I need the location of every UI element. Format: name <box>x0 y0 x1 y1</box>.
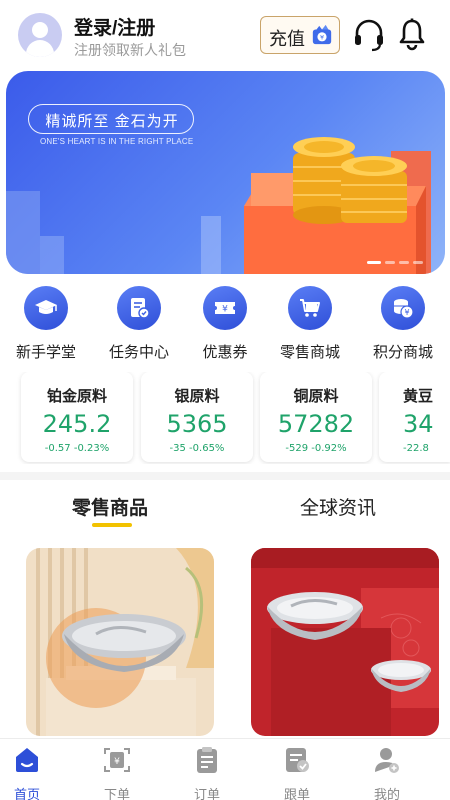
nav-place-order[interactable]: ¥ 下单 <box>72 739 162 800</box>
shopping-cart-icon <box>288 286 332 330</box>
price-card-copper[interactable]: 铜原料 57282 -529 -0.92% <box>260 372 372 462</box>
menu-item-label: 任务中心 <box>108 344 169 361</box>
avatar[interactable] <box>18 13 62 57</box>
banner-dot[interactable] <box>367 261 381 264</box>
bell-icon[interactable] <box>396 17 428 51</box>
price-cards-scroller[interactable]: 铂金原料 245.2 -0.57 -0.23% 银原料 5365 -35 -0.… <box>0 372 450 464</box>
avatar-head <box>32 22 48 38</box>
home-icon <box>16 748 38 772</box>
price-change: -35 -0.65% <box>169 443 225 454</box>
recharge-button[interactable]: 充值 ¥ <box>260 16 340 54</box>
price-name: 黄豆 <box>403 388 434 405</box>
price-name: 铂金原料 <box>46 388 107 405</box>
section-divider <box>0 472 450 480</box>
follow-document-icon <box>286 748 309 772</box>
nav-label: 首页 <box>13 787 40 800</box>
menu-item-retail-mall[interactable]: 零售商城 <box>267 286 353 362</box>
order-scan-icon: ¥ <box>104 748 130 772</box>
price-value: 245.2 <box>42 410 112 438</box>
menu-item-beginner-school[interactable]: 新手学堂 <box>3 286 89 362</box>
banner-subtitle: ONE'S HEART IS IN THE RIGHT PLACE <box>40 137 194 146</box>
avatar-body <box>26 40 54 57</box>
header: 登录/注册 注册领取新人礼包 充值 ¥ <box>0 0 450 70</box>
nav-follow-orders[interactable]: 跟单 <box>252 739 342 800</box>
promo-banner[interactable]: 精诚所至 金石为开 ONE'S HEART IS IN THE RIGHT PL… <box>6 71 445 274</box>
price-name: 银原料 <box>174 388 220 405</box>
product-image <box>26 548 214 736</box>
tab-global-news[interactable]: 全球资讯 <box>300 493 376 520</box>
nav-label: 订单 <box>193 787 220 800</box>
svg-text:¥: ¥ <box>404 308 409 317</box>
recharge-icon: ¥ <box>312 24 332 45</box>
nav-label: 跟单 <box>283 787 310 800</box>
headset-icon[interactable] <box>352 18 386 52</box>
recharge-label: 充值 <box>269 29 305 49</box>
banner-dot[interactable] <box>413 261 423 264</box>
svg-text:¥: ¥ <box>222 305 228 315</box>
quick-menu: 新手学堂 任务中心 ¥ 优惠券 零售商城 ¥ 积分商城 <box>0 286 450 366</box>
price-card-soybean[interactable]: 黄豆 34 -22.8 <box>379 372 450 462</box>
price-value: 5365 <box>166 410 228 438</box>
task-document-icon <box>117 286 161 330</box>
banner-illustration <box>6 137 431 274</box>
menu-item-coupons[interactable]: ¥ 优惠券 <box>182 286 268 362</box>
svg-text:¥: ¥ <box>114 757 120 767</box>
price-card-silver[interactable]: 银原料 5365 -35 -0.65% <box>141 372 253 462</box>
graduation-cap-icon <box>24 286 68 330</box>
nav-home[interactable]: 首页 <box>0 739 72 800</box>
product-card-silver-ingot-1[interactable] <box>26 548 214 736</box>
price-name: 铜原料 <box>293 388 339 405</box>
banner-dot[interactable] <box>399 261 409 264</box>
menu-item-label: 积分商城 <box>372 344 433 361</box>
coin-stack-icon: ¥ <box>381 286 425 330</box>
price-card-platinum[interactable]: 铂金原料 245.2 -0.57 -0.23% <box>21 372 133 462</box>
profile-icon <box>375 748 399 773</box>
coupon-icon: ¥ <box>203 286 247 330</box>
login-register-link[interactable]: 登录/注册 <box>74 13 155 40</box>
tab-retail-products[interactable]: 零售商品 <box>72 493 148 520</box>
price-change: -0.57 -0.23% <box>44 443 110 454</box>
menu-item-points-mall[interactable]: ¥ 积分商城 <box>360 286 446 362</box>
svg-text:¥: ¥ <box>320 34 324 42</box>
price-change: -22.8 <box>403 443 429 454</box>
price-change: -529 -0.92% <box>285 443 347 454</box>
banner-dot[interactable] <box>385 261 395 264</box>
product-image <box>251 548 439 736</box>
nav-orders[interactable]: 订单 <box>162 739 252 800</box>
nav-profile[interactable]: 我的 <box>342 739 432 800</box>
active-tab-indicator <box>92 523 132 527</box>
menu-item-label: 优惠券 <box>202 344 248 361</box>
price-value: 57282 <box>277 410 355 438</box>
coin-stack-right <box>341 156 407 223</box>
banner-pagination[interactable] <box>367 261 423 264</box>
menu-item-task-center[interactable]: 任务中心 <box>96 286 182 362</box>
menu-item-label: 新手学堂 <box>15 344 76 361</box>
nav-label: 下单 <box>103 787 130 800</box>
product-card-silver-ingot-2[interactable] <box>251 548 439 736</box>
new-user-gift-text: 注册领取新人礼包 <box>74 42 186 58</box>
price-value: 34 <box>403 410 434 438</box>
clipboard-icon <box>197 747 217 773</box>
banner-slogan: 精诚所至 金石为开 <box>45 113 179 130</box>
banner-slogan-frame: 精诚所至 金石为开 <box>28 104 194 134</box>
menu-item-label: 零售商城 <box>279 344 340 361</box>
bottom-navigation: 首页 ¥ 下单 订单 跟单 我的 <box>0 738 450 800</box>
nav-label: 我的 <box>373 787 400 800</box>
